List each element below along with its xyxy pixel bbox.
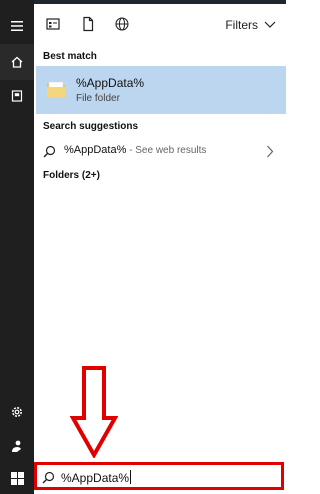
- home-button[interactable]: [0, 44, 34, 80]
- suggestion-suffix: - See web results: [126, 145, 207, 156]
- search-box[interactable]: %AppData%: [34, 462, 284, 490]
- annotation-arrow-icon: [70, 366, 118, 458]
- folders-heading[interactable]: Folders (2+): [43, 170, 100, 181]
- search-suggestions-heading: Search suggestions: [43, 121, 139, 132]
- hamburger-icon: [11, 21, 23, 31]
- filters-dropdown[interactable]: Filters: [225, 18, 276, 32]
- apps-scope-icon[interactable]: [45, 16, 61, 32]
- suggestion-query: %AppData%: [64, 144, 127, 156]
- search-icon: [43, 145, 56, 158]
- filters-label: Filters: [225, 18, 258, 32]
- notebook-button[interactable]: [0, 78, 34, 114]
- user-icon: [12, 440, 21, 452]
- settings-icon: [12, 407, 22, 417]
- chevron-right-icon: [267, 145, 274, 158]
- notebook-icon: [11, 90, 23, 102]
- web-scope-icon[interactable]: [114, 16, 130, 32]
- left-rail: [0, 0, 34, 494]
- text-caret: [130, 470, 132, 484]
- start-button[interactable]: [0, 460, 34, 494]
- settings-button[interactable]: [0, 394, 34, 430]
- best-match-heading: Best match: [43, 51, 97, 62]
- windows-logo-icon: [10, 471, 24, 485]
- folder-icon: [47, 81, 65, 97]
- home-icon: [11, 56, 23, 68]
- feedback-button[interactable]: [0, 428, 34, 464]
- best-match-subtitle: File folder: [76, 93, 120, 104]
- best-match-item[interactable]: %AppData% File folder: [36, 66, 286, 114]
- hamburger-button[interactable]: [0, 8, 34, 44]
- search-input[interactable]: %AppData%: [61, 471, 129, 485]
- chevron-down-icon: [264, 21, 276, 28]
- documents-scope-icon[interactable]: [80, 16, 96, 32]
- web-suggestion-item[interactable]: %AppData% - See web results: [34, 141, 286, 161]
- best-match-title: %AppData%: [76, 76, 145, 90]
- search-icon: [42, 471, 55, 484]
- search-scope-bar: Filters: [34, 0, 286, 40]
